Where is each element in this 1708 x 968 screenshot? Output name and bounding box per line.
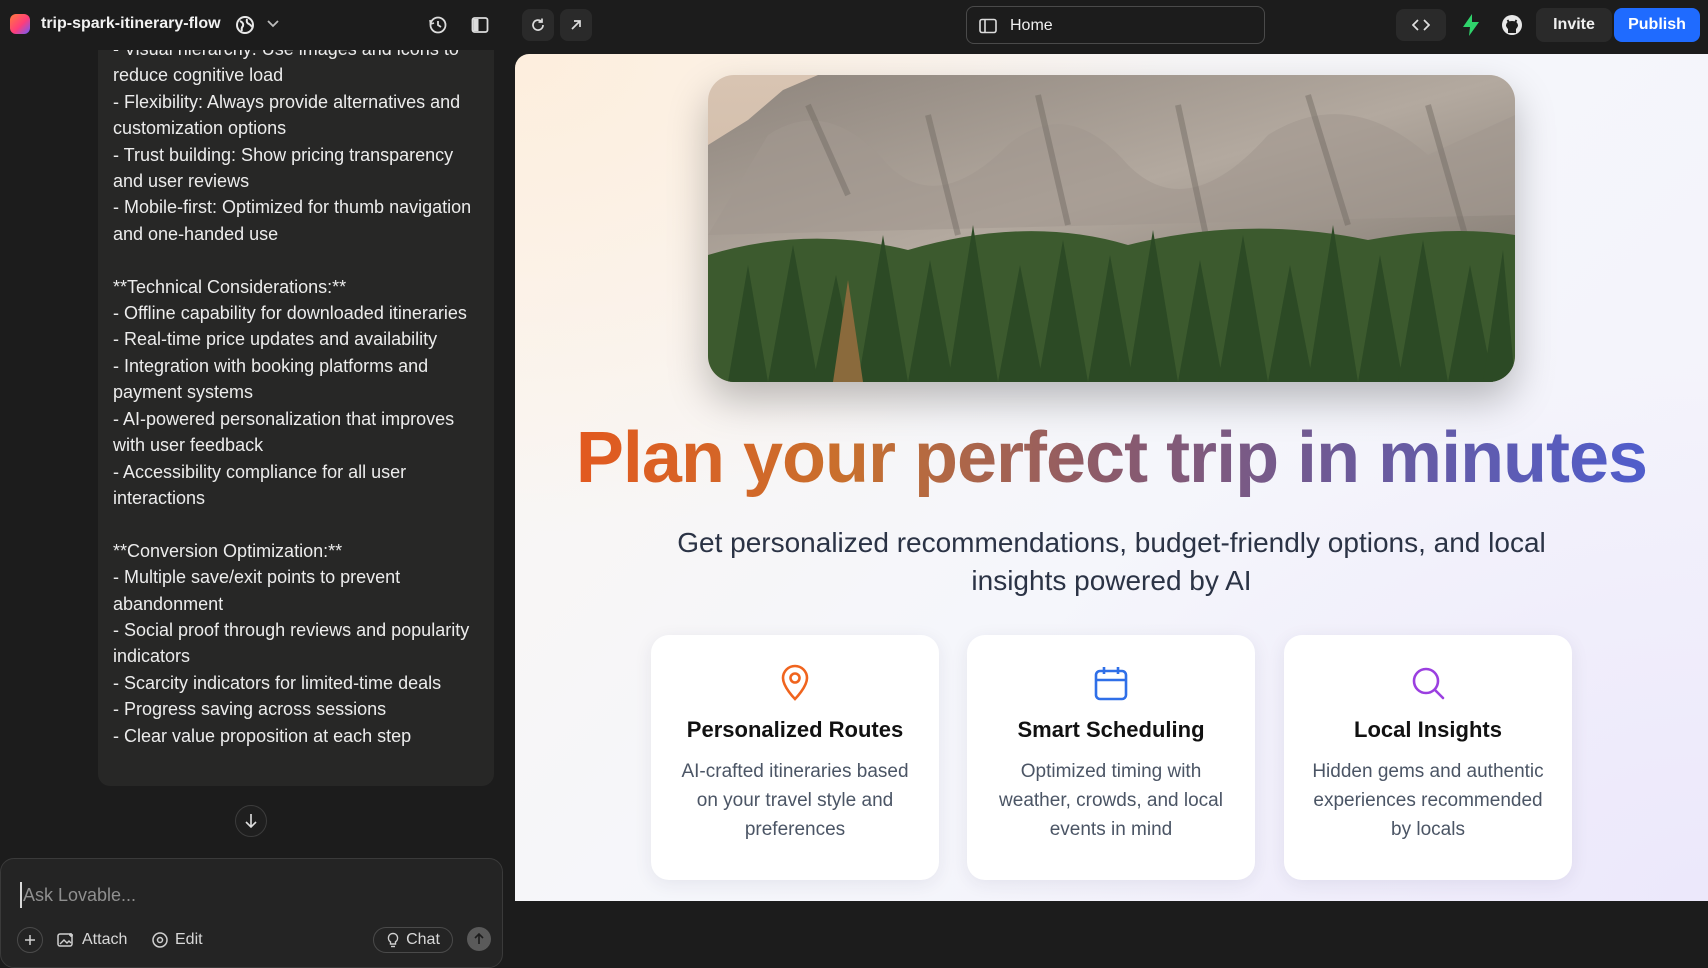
feature-title: Personalized Routes [686, 717, 904, 742]
scroll-to-bottom-button[interactable] [235, 805, 267, 837]
chevron-down-icon[interactable] [265, 16, 281, 32]
project-name[interactable]: trip-spark-itinerary-flow [41, 15, 221, 33]
chat-composer: Attach Edit Chat [0, 858, 503, 968]
history-icon[interactable] [427, 14, 449, 36]
chat-input[interactable] [20, 882, 480, 908]
feature-card-local-insights: Local Insights Hidden gems and authentic… [1284, 635, 1572, 880]
feature-title: Smart Scheduling [1017, 717, 1205, 742]
chat-panel: - Visual hierarchy: Use images and icons… [0, 50, 513, 968]
arrow-up-icon [474, 933, 484, 944]
hero-image [708, 75, 1515, 382]
add-button[interactable] [17, 927, 43, 953]
top-bar: trip-spark-itinerary-flow Home Invite Pu… [0, 0, 1708, 50]
supabase-lightning-icon[interactable] [1459, 13, 1483, 37]
code-icon [1412, 19, 1430, 31]
code-view-button[interactable] [1396, 9, 1446, 41]
feature-description: AI-crafted itineraries based on your tra… [681, 761, 909, 840]
calendar-icon [1094, 667, 1128, 701]
feature-title: Local Insights [1354, 717, 1502, 742]
arrow-down-icon [245, 814, 257, 829]
chat-mode-label: Chat [406, 931, 440, 948]
feature-card-personalized-routes: Personalized Routes AI-crafted itinerari… [651, 635, 939, 880]
refresh-icon [532, 18, 544, 31]
refresh-button[interactable] [522, 9, 554, 41]
image-icon [57, 933, 73, 947]
edit-button[interactable]: Edit [151, 927, 203, 953]
open-external-button[interactable] [560, 9, 592, 41]
page-icon [979, 18, 997, 34]
globe-icon[interactable] [234, 14, 256, 36]
invite-button[interactable]: Invite [1536, 8, 1612, 42]
send-button[interactable] [467, 927, 491, 951]
feature-description: Optimized timing with weather, crowds, a… [999, 761, 1223, 840]
assistant-message: - Visual hierarchy: Use images and icons… [98, 50, 494, 786]
publish-button[interactable]: Publish [1614, 8, 1700, 42]
message-text: - Visual hierarchy: Use images and icons… [113, 50, 472, 746]
sidebar-toggle-icon[interactable] [469, 14, 491, 36]
app-preview: Plan your perfect trip in minutes Get pe… [515, 54, 1708, 901]
lightbulb-icon [387, 932, 399, 948]
attach-button[interactable]: Attach [57, 927, 127, 953]
edit-label: Edit [175, 931, 203, 948]
route-label: Home [1010, 17, 1053, 34]
map-pin-icon [781, 664, 809, 701]
github-icon[interactable] [1500, 13, 1524, 37]
chat-mode-button[interactable]: Chat [373, 927, 453, 953]
hero-subheadline: Get personalized recommendations, budget… [677, 527, 1546, 596]
lovable-logo[interactable] [10, 14, 30, 34]
plus-icon [25, 935, 35, 945]
hero-headline: Plan your perfect trip in minutes [515, 416, 1708, 500]
feature-description: Hidden gems and authentic experiences re… [1312, 761, 1544, 840]
target-icon [152, 932, 168, 948]
feature-card-smart-scheduling: Smart Scheduling Optimized timing with w… [967, 635, 1255, 880]
search-icon [1412, 667, 1445, 700]
attach-label: Attach [82, 931, 128, 948]
arrow-up-right-icon [571, 20, 581, 30]
route-selector[interactable]: Home [966, 6, 1265, 44]
